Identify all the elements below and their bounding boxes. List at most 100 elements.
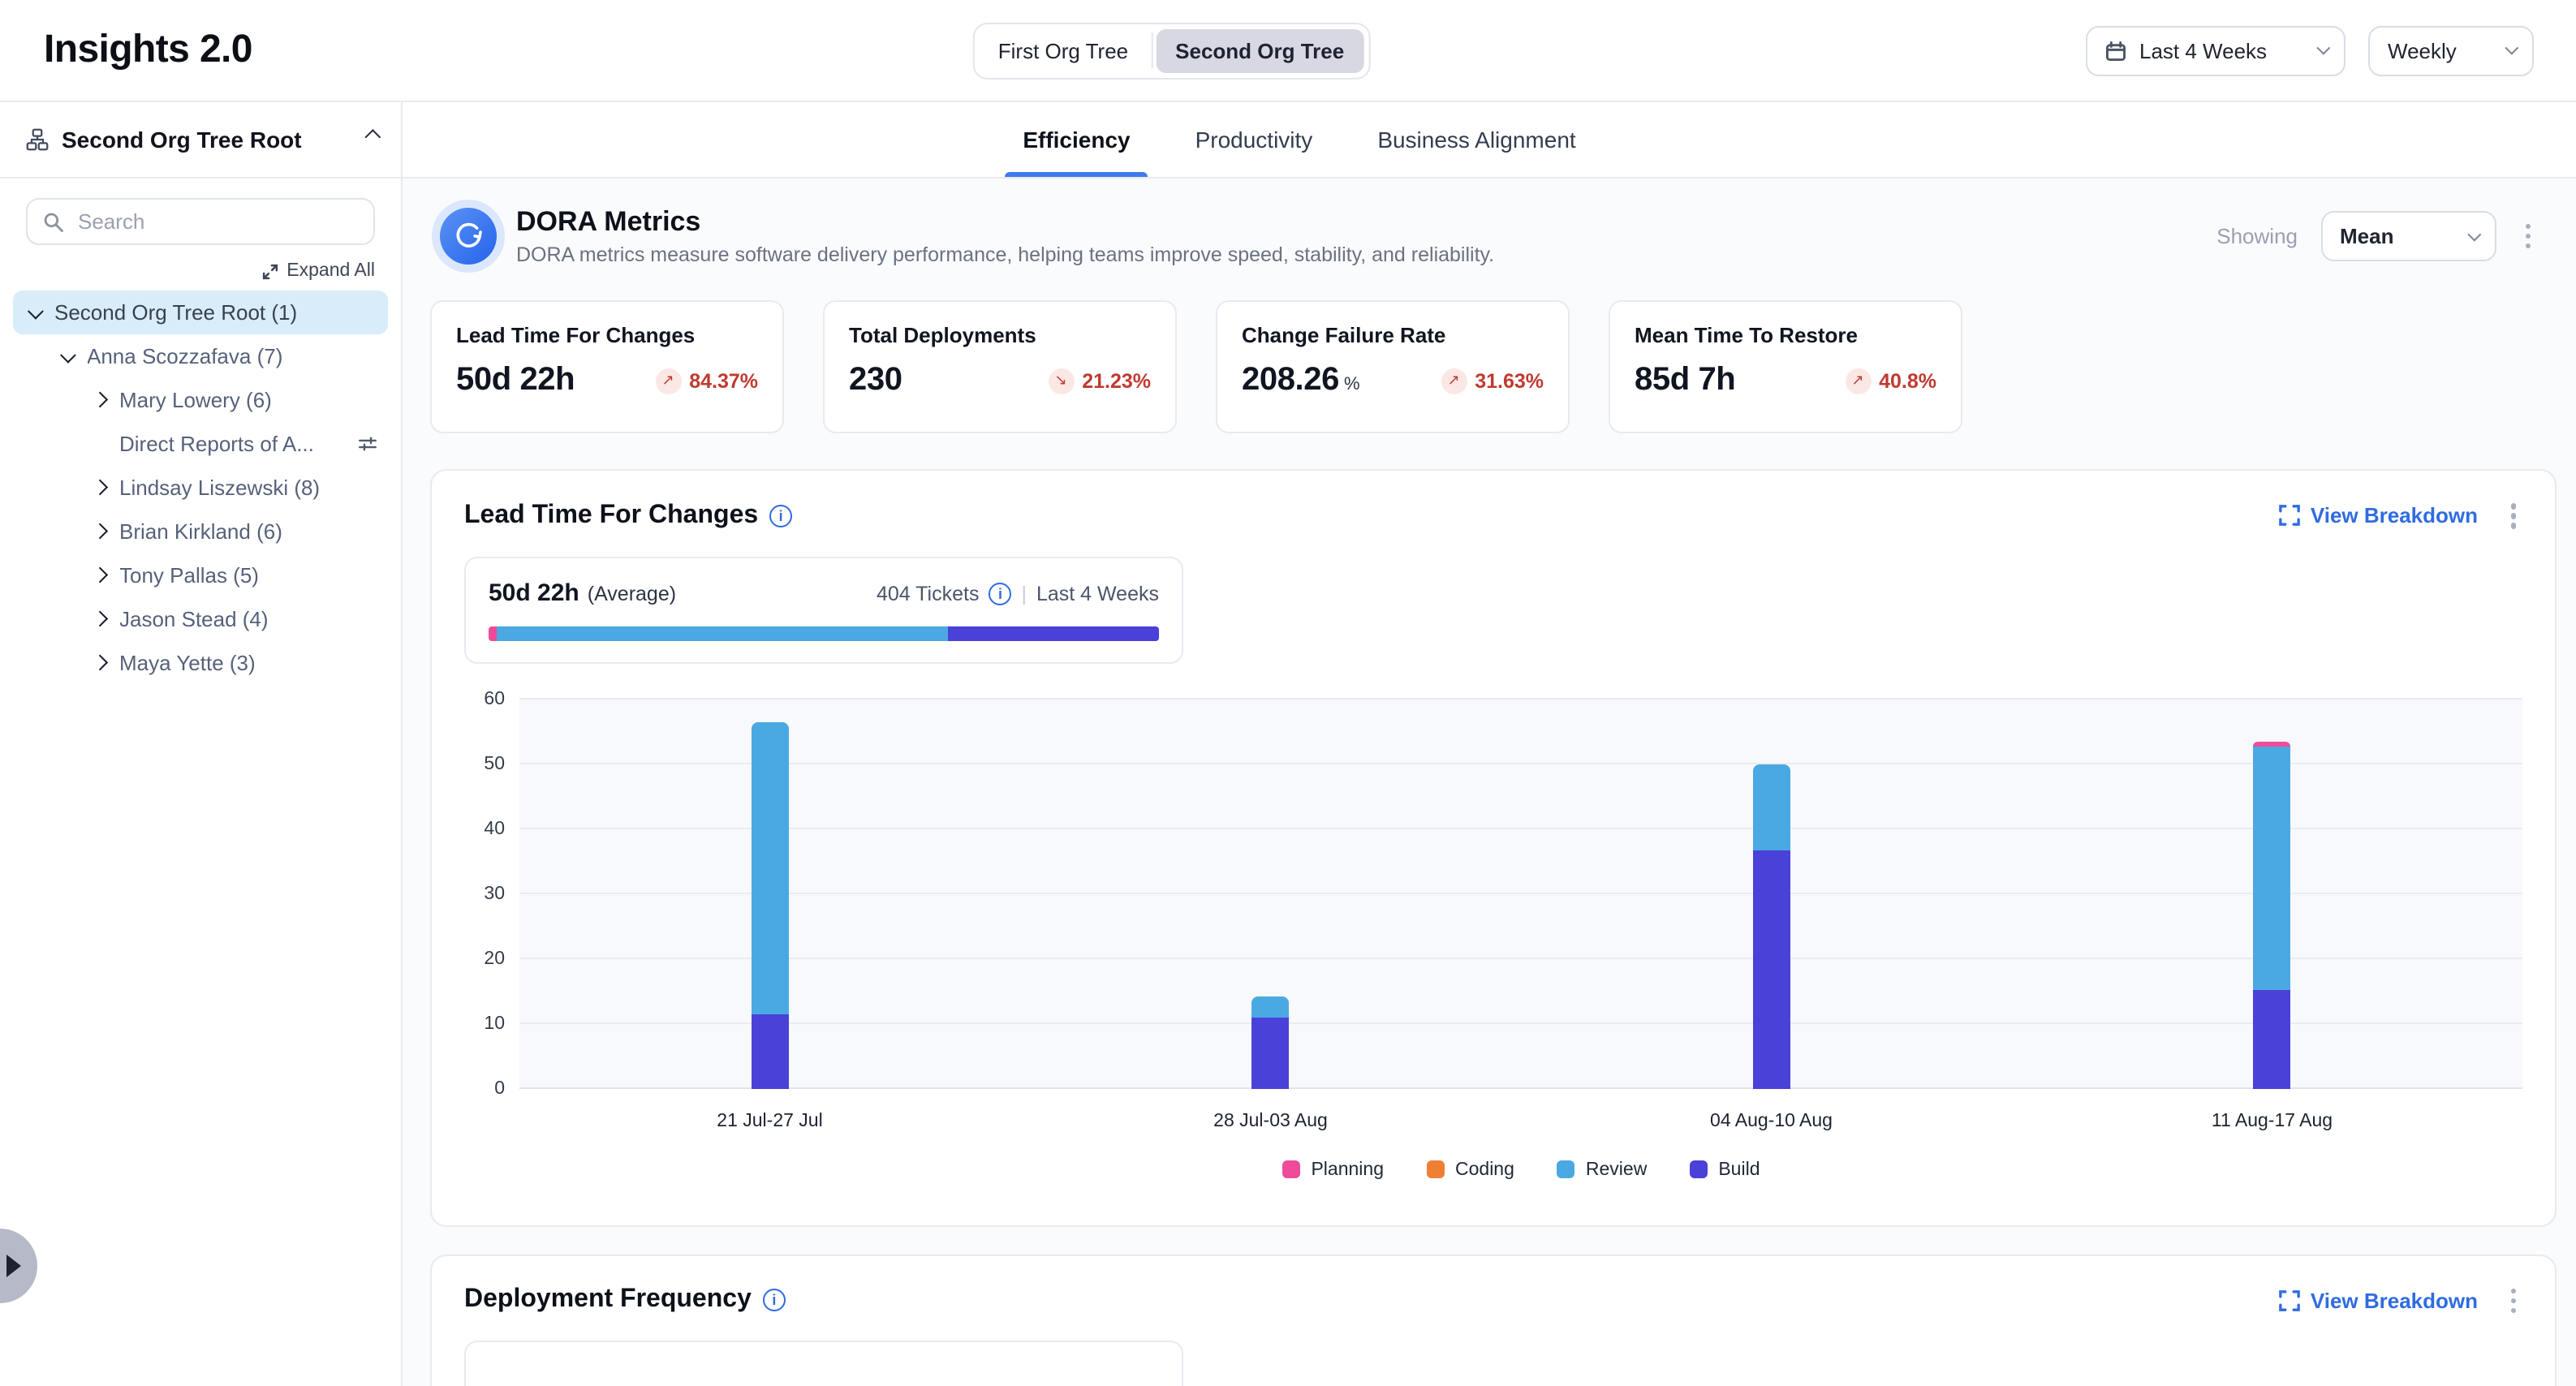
bar-21-jul-27-jul[interactable] — [519, 699, 1020, 1088]
metric-label: Total Deployments — [849, 323, 1151, 347]
dora-controls: Showing Mean — [2216, 211, 2557, 261]
org-tree: Second Org Tree Root (1)Anna Scozzafava … — [0, 291, 401, 685]
tab-productivity[interactable]: Productivity — [1191, 102, 1318, 177]
trend-percent: 84.37% — [689, 369, 758, 392]
metric-card-lead-time-for-changes: Lead Time For Changes50d 22h↗84.37% — [430, 300, 784, 433]
expand-all-button[interactable]: Expand All — [26, 261, 375, 281]
date-range-dropdown[interactable]: Last 4 Weeks — [2086, 25, 2346, 75]
showing-value: Mean — [2340, 224, 2393, 248]
legend-swatch — [1557, 1160, 1574, 1178]
deployment-frequency-section: Deployment Frequency View Breakdown — [430, 1254, 2557, 1386]
lead-time-section: Lead Time For Changes View Breakdown — [430, 469, 2557, 1226]
y-tick-label: 50 — [484, 754, 505, 773]
view-breakdown-button[interactable]: View Breakdown — [2280, 504, 2478, 528]
bar-segment-review — [1252, 996, 1290, 1018]
filter-icon[interactable] — [357, 433, 378, 454]
second-org-tree-button[interactable]: Second Org Tree — [1156, 28, 1363, 72]
lead-time-header: Lead Time For Changes View Breakdown — [464, 497, 2522, 535]
tree-item-mary-lowery-6[interactable]: Mary Lowery (6) — [13, 378, 388, 422]
sidebar: Second Org Tree Root Expand All Second O… — [0, 102, 403, 1386]
x-tick-label: 11 Aug-17 Aug — [2022, 1111, 2522, 1130]
trend-up-icon: ↗ — [1852, 373, 1864, 388]
bar-segment-build — [1252, 1018, 1290, 1088]
legend-build[interactable]: Build — [1689, 1160, 1760, 1179]
phase-distribution-bar — [489, 626, 1159, 640]
view-breakdown-button[interactable]: View Breakdown — [2280, 1289, 2478, 1313]
chevron-down-icon[interactable] — [29, 308, 40, 318]
chevron-right-icon[interactable] — [94, 527, 105, 537]
lead-time-chart: 0102030405060 21 Jul-27 Jul28 Jul-03 Aug… — [464, 699, 2522, 1199]
chevron-right-icon[interactable] — [94, 570, 105, 581]
bar-11-aug-17-aug[interactable] — [2022, 699, 2522, 1088]
trend-circle: ↗ — [1441, 368, 1467, 394]
metric-value-row: 208.26%↗31.63% — [1242, 362, 1544, 399]
tree-item-label: Lindsay Liszewski (8) — [119, 476, 320, 500]
deployment-header: Deployment Frequency View Breakdown — [464, 1281, 2522, 1319]
legend-coding[interactable]: Coding — [1426, 1160, 1514, 1179]
expand-icon — [261, 262, 278, 280]
tree-item-maya-yette-3[interactable]: Maya Yette (3) — [13, 641, 388, 685]
trend-badge: ↗31.63% — [1441, 368, 1544, 394]
segment-divider — [1151, 32, 1152, 68]
trend-badge: ↘21.23% — [1048, 368, 1151, 394]
view-breakdown-label: View Breakdown — [2311, 504, 2478, 528]
chevron-down-icon[interactable] — [62, 351, 72, 362]
tree-item-anna-scozzafava-7[interactable]: Anna Scozzafava (7) — [13, 334, 388, 378]
bar-segment-review — [752, 723, 789, 1014]
metric-label: Mean Time To Restore — [1635, 323, 1936, 347]
chevron-right-icon[interactable] — [94, 658, 105, 669]
tab-business-alignment[interactable]: Business Alignment — [1372, 102, 1580, 177]
lead-time-title: Lead Time For Changes — [464, 501, 758, 531]
info-icon[interactable] — [763, 1289, 786, 1312]
tree-item-brian-kirkland-6[interactable]: Brian Kirkland (6) — [13, 510, 388, 553]
chart-legend: Planning Coding Review Build — [519, 1160, 2522, 1199]
showing-dropdown[interactable]: Mean — [2320, 211, 2496, 261]
x-tick-label: 28 Jul-03 Aug — [1020, 1111, 1521, 1130]
y-tick-label: 10 — [484, 1014, 505, 1033]
x-tick-label: 04 Aug-10 Aug — [1521, 1111, 2022, 1130]
y-tick-label: 20 — [484, 949, 505, 968]
legend-label: Planning — [1311, 1160, 1384, 1179]
lead-time-plot — [519, 699, 2522, 1088]
main-content: Efficiency Productivity Business Alignment… — [403, 102, 2576, 1386]
kebab-menu-button[interactable] — [2504, 497, 2522, 535]
sidebar-collapse-handle[interactable] — [0, 1229, 37, 1303]
metric-value: 230 — [849, 362, 902, 399]
search-input[interactable] — [26, 198, 375, 245]
granularity-dropdown[interactable]: Weekly — [2368, 25, 2534, 75]
tab-efficiency[interactable]: Efficiency — [1018, 102, 1135, 177]
kebab-menu-button[interactable] — [2518, 217, 2537, 256]
info-icon[interactable] — [769, 505, 792, 527]
metric-value-row: 50d 22h↗84.37% — [456, 362, 758, 399]
trend-percent: 40.8% — [1879, 369, 1936, 392]
metric-value: 85d 7h — [1635, 362, 1735, 399]
sidebar-collapse-button[interactable] — [364, 135, 375, 145]
tree-item-direct-reports-of-a[interactable]: Direct Reports of A... — [13, 422, 388, 466]
bar-04-aug-10-aug[interactable] — [1521, 699, 2022, 1088]
trend-circle: ↘ — [1048, 368, 1074, 394]
tree-item-lindsay-liszewski-8[interactable]: Lindsay Liszewski (8) — [13, 466, 388, 510]
insights-app: Insights 2.0 First Org Tree Second Org T… — [0, 0, 2576, 1386]
kebab-menu-button[interactable] — [2504, 1281, 2522, 1319]
chevron-right-icon[interactable] — [94, 395, 105, 406]
first-org-tree-button[interactable]: First Org Tree — [979, 28, 1148, 72]
legend-planning[interactable]: Planning — [1282, 1160, 1384, 1179]
tree-item-tony-pallas-5[interactable]: Tony Pallas (5) — [13, 553, 388, 597]
tree-item-second-org-tree-root-1[interactable]: Second Org Tree Root (1) — [13, 291, 388, 334]
chevron-right-icon[interactable] — [94, 483, 105, 493]
chevron-up-icon — [364, 130, 379, 144]
trend-badge: ↗ 40.8% — [1845, 368, 1936, 394]
chevron-right-icon[interactable] — [94, 614, 105, 625]
tree-item-jason-stead-4[interactable]: Jason Stead (4) — [13, 597, 388, 641]
deployment-title: Deployment Frequency — [464, 1286, 752, 1315]
deployment-summary-card — [464, 1341, 1183, 1386]
view-breakdown-label: View Breakdown — [2311, 1289, 2478, 1313]
expand-corners-icon — [2280, 506, 2301, 527]
legend-review[interactable]: Review — [1557, 1160, 1647, 1179]
bars-layer — [519, 699, 2522, 1088]
info-icon[interactable] — [989, 582, 1011, 605]
bar-28-jul-03-aug[interactable] — [1020, 699, 1521, 1088]
legend-swatch — [1426, 1160, 1444, 1178]
trend-up-icon: ↗ — [662, 373, 674, 388]
trend-up-icon: ↗ — [1448, 373, 1460, 388]
